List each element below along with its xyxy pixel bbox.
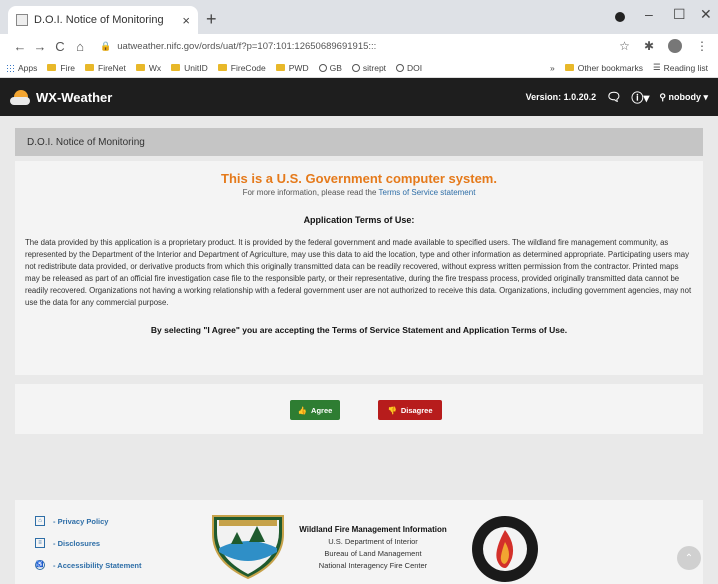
page-favicon-icon (16, 14, 28, 26)
folder-icon (275, 64, 285, 71)
site-icon (396, 63, 405, 72)
bookmark-star-icon[interactable]: ☆ (619, 39, 630, 53)
scroll-to-top-button[interactable]: ⌃ (677, 546, 701, 570)
document-icon: ≡ (35, 538, 45, 548)
folder-icon (564, 64, 574, 71)
apps-grid-icon (6, 63, 14, 72)
terms-panel: This is a U.S. Government computer syste… (15, 161, 703, 375)
app-name: WX-Weather (36, 89, 113, 105)
url-field[interactable]: 🔒 uatweather.nifc.gov/ords/uat/f?p=107:10… (100, 41, 619, 52)
folder-icon (217, 64, 227, 71)
accessibility-icon: ♿ (35, 560, 45, 570)
agency-line: National Interagency Fire Center (318, 560, 428, 570)
new-tab-button[interactable]: + (206, 9, 217, 30)
bookmarks-bar: Apps Fire FireNet Wx UnitID FireCode PWD… (0, 58, 718, 78)
accessibility-link[interactable]: ♿ - Accessibility Statement (35, 560, 142, 570)
folder-icon (171, 64, 181, 71)
url-text: uatweather.nifc.gov/ords/uat/f?p=107:101… (117, 40, 377, 52)
chevron-up-icon: ⌃ (684, 552, 694, 564)
address-bar-row: ← → C ⌂ 🔒 uatweather.nifc.gov/ords/uat/f?… (0, 34, 718, 58)
gov-system-headline: This is a U.S. Government computer syste… (221, 171, 497, 186)
menu-kebab-icon[interactable]: ⋮ (696, 39, 708, 53)
thumbs-up-icon: 👍 (297, 405, 308, 415)
user-menu[interactable]: ⚲ nobody ▾ (659, 92, 708, 103)
site-icon (351, 63, 360, 72)
page-title-text: D.O.I. Notice of Monitoring (27, 136, 145, 148)
agency-info: Wildland Fire Management Information U.S… (287, 524, 459, 571)
maximize-button[interactable]: ☐ (673, 6, 686, 23)
reload-button[interactable]: C (50, 39, 70, 54)
terms-body: The data provided by this application is… (25, 238, 692, 308)
browser-tab-bar: D.O.I. Notice of Monitoring × + – ☐ ✕ (0, 0, 718, 34)
reading-list-icon: ☰ (652, 62, 661, 72)
agree-button[interactable]: 👍 Agree (290, 400, 340, 420)
browser-tab[interactable]: D.O.I. Notice of Monitoring × (8, 6, 198, 34)
app-version: Version: 1.0.20.2 (525, 92, 597, 102)
privacy-policy-link[interactable]: ⌂ - Privacy Policy (35, 516, 142, 526)
bookmark-sitrept[interactable]: sitrept (351, 63, 386, 73)
terms-of-service-link[interactable]: Terms of Service statement (379, 188, 476, 197)
extensions-icon[interactable]: ✱ (644, 39, 654, 53)
disclosures-link[interactable]: ≡ - Disclosures (35, 538, 142, 548)
app-logo[interactable]: WX-Weather (10, 86, 112, 108)
disagree-button[interactable]: 👎 Disagree (378, 400, 442, 420)
bookmark-pwd[interactable]: PWD (275, 63, 309, 73)
weather-logo-icon (10, 86, 32, 108)
user-name: nobody (668, 91, 701, 102)
minimize-button[interactable]: – (645, 6, 653, 22)
back-button[interactable]: ← (10, 39, 30, 54)
terms-heading: Application Terms of Use: (303, 215, 415, 225)
bookmark-firenet[interactable]: FireNet (85, 63, 126, 73)
thumbs-down-icon: 👎 (387, 405, 397, 415)
agency-line: U.S. Department of Interior (328, 537, 418, 547)
forward-button[interactable]: → (30, 39, 50, 54)
other-bookmarks[interactable]: Other bookmarks (564, 63, 643, 73)
bookmark-firecode[interactable]: FireCode (217, 63, 266, 73)
home-button[interactable]: ⌂ (70, 39, 90, 54)
close-window-button[interactable]: ✕ (700, 6, 712, 23)
folder-icon (47, 64, 57, 71)
action-panel: 👍 Agree 👎 Disagree (15, 384, 703, 434)
bookmark-apps[interactable]: Apps (6, 63, 37, 73)
agree-statement: By selecting "I Agree" you are accepting… (150, 325, 568, 336)
bookmark-fire[interactable]: Fire (47, 63, 75, 73)
bookmark-gb[interactable]: GB (318, 63, 342, 73)
chat-icon[interactable]: 🗨 (606, 90, 621, 104)
lock-icon: 🔒 (100, 40, 112, 51)
recording-icon (615, 12, 625, 22)
agency-line: Bureau of Land Management (324, 549, 422, 559)
reading-list[interactable]: ☰ Reading list (653, 62, 708, 73)
tab-title: D.O.I. Notice of Monitoring (34, 14, 164, 26)
blm-shield-logo (212, 515, 284, 580)
footer: ⌂ - Privacy Policy ≡ - Disclosures ♿ - Acce… (15, 500, 703, 584)
more-info-line: For more information, please read the Te… (242, 188, 476, 197)
agency-title: Wildland Fire Management Information (299, 525, 447, 534)
app-header: WX-Weather Version: 1.0.20.2 🗨 ⓘ▾ ⚲ nobo… (0, 78, 718, 116)
site-icon (318, 63, 327, 72)
folder-icon (85, 64, 95, 71)
page-title: D.O.I. Notice of Monitoring (15, 128, 703, 156)
bookmark-doi[interactable]: DOI (396, 63, 422, 73)
bookmark-wx[interactable]: Wx (135, 63, 161, 73)
bookmarks-overflow-button[interactable]: » (550, 63, 555, 73)
help-icon[interactable]: ⓘ▾ (631, 89, 649, 106)
nifc-seal-logo (472, 516, 538, 582)
privacy-icon: ⌂ (35, 516, 45, 526)
tab-close-button[interactable]: × (182, 13, 190, 28)
bookmark-unitid[interactable]: UnitID (171, 63, 208, 73)
profile-avatar[interactable] (668, 39, 682, 53)
folder-icon (135, 64, 145, 71)
